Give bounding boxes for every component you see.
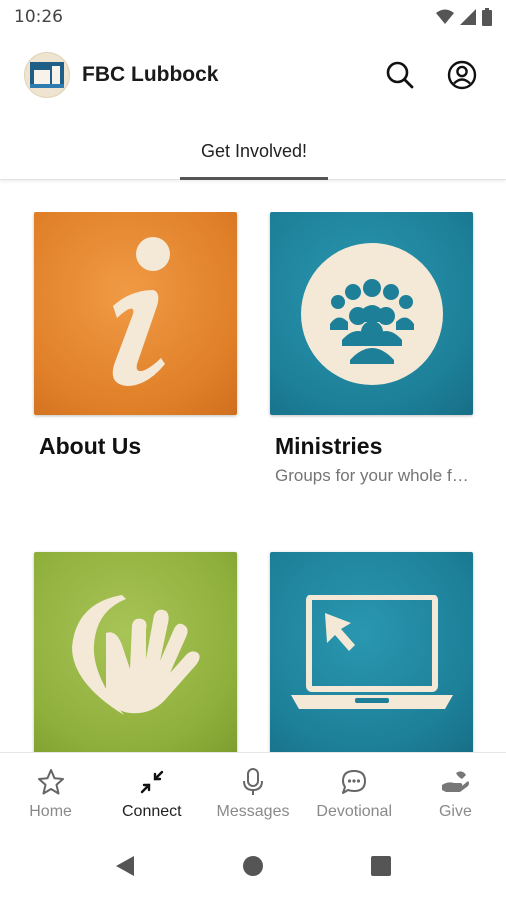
connect-icon [140,770,163,794]
system-home-button[interactable] [189,854,317,878]
account-icon [447,60,477,90]
battery-icon [482,8,492,26]
card-title: Ministries [275,433,383,459]
status-bar: 10:26 [0,0,506,34]
status-icons [436,8,492,26]
tab-get-involved[interactable]: Get Involved! [180,122,328,180]
laptop-cursor-icon [290,594,453,709]
group-people-icon [300,242,443,385]
system-nav-bar [0,832,506,900]
heart-hand-icon [71,594,200,715]
star-icon [37,769,64,795]
giving-hand-icon [442,771,470,792]
nav-connect[interactable]: Connect [101,753,202,832]
nav-devotional[interactable]: Devotional [304,753,405,832]
nav-label: Connect [122,803,182,820]
info-icon [112,236,170,386]
nav-home[interactable]: Home [0,753,101,832]
nav-messages[interactable]: Messages [202,753,303,832]
nav-label: Home [29,803,72,820]
microphone-icon [243,768,263,795]
card-title: About Us [39,433,142,459]
profile-button[interactable] [442,55,482,95]
card-subtitle: Groups for your whole family [275,466,473,485]
signal-icon [460,9,476,25]
app-title: FBC Lubbock [82,63,219,86]
nav-label: Give [438,803,472,820]
card-image [270,552,473,752]
system-back-button[interactable] [61,854,189,878]
home-circle-icon [243,856,263,876]
tab-indicator [180,177,328,180]
content-grid: About Us Ministries Groups for your whol… [0,212,506,752]
card-image [34,552,237,752]
church-logo [24,52,70,98]
chat-bubble-icon [342,770,367,794]
card-ministries[interactable]: Ministries Groups for your whole family [270,212,473,486]
card-image [270,212,473,415]
search-icon [386,61,414,89]
tab-bar: Get Involved! [0,122,506,180]
nav-give[interactable]: Give [405,753,506,832]
tab-label: Get Involved! [200,140,308,161]
system-recents-button[interactable] [317,855,445,877]
recents-square-icon [371,856,391,876]
bottom-nav: Home Connect Messages Devotional Give [0,752,506,832]
nav-label: Devotional [316,803,393,820]
back-triangle-icon [116,856,134,876]
wifi-icon [436,9,454,24]
card-about-us[interactable]: About Us [34,212,237,460]
status-time: 10:26 [14,7,63,27]
card-serve[interactable] [34,552,237,752]
card-image [34,212,237,415]
nav-label: Messages [216,803,290,820]
search-button[interactable] [380,55,420,95]
app-header: FBC Lubbock [0,40,506,110]
card-online[interactable] [270,552,473,752]
